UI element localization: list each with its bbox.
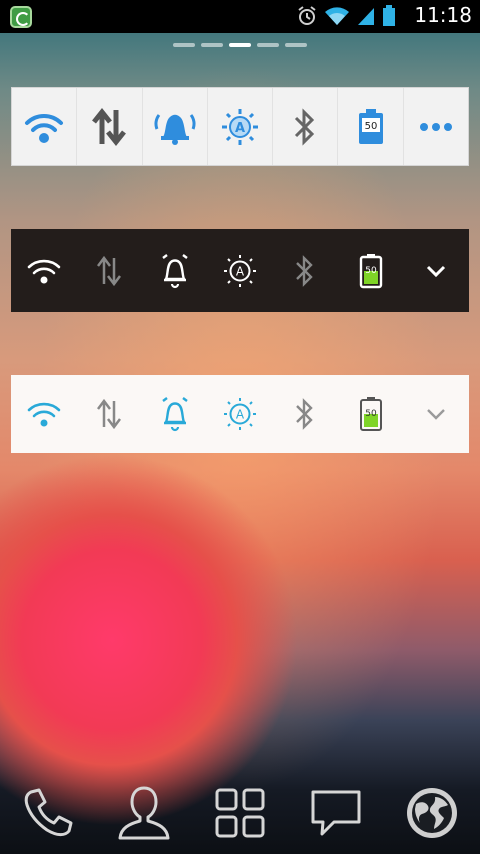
brightness-auto-icon: A bbox=[223, 398, 256, 430]
data-sync-icon bbox=[92, 107, 127, 146]
page-dot-1[interactable] bbox=[173, 43, 195, 47]
battery-toggle[interactable]: 50 bbox=[337, 88, 402, 165]
alarm-icon bbox=[161, 253, 188, 288]
alarm-toggle[interactable] bbox=[142, 229, 207, 312]
battery-toggle[interactable]: 50 bbox=[338, 375, 403, 453]
wifi-icon bbox=[25, 113, 64, 143]
alarm-icon bbox=[298, 6, 316, 25]
phone-button[interactable] bbox=[16, 781, 80, 845]
more-icon bbox=[419, 122, 452, 131]
expand-icon bbox=[427, 409, 446, 420]
status-bar: 11:18 bbox=[0, 0, 480, 33]
page-dot-5[interactable] bbox=[285, 43, 307, 47]
wifi-toggle[interactable] bbox=[11, 229, 76, 312]
alarm-toggle[interactable] bbox=[141, 88, 207, 165]
wifi-icon bbox=[27, 259, 61, 283]
toggle-widget-light-blue: A 50 bbox=[11, 87, 469, 166]
clock: 11:18 bbox=[414, 3, 472, 27]
data-sync-icon bbox=[97, 398, 122, 430]
bluetooth-icon bbox=[296, 398, 314, 430]
wifi-toggle[interactable] bbox=[11, 375, 76, 453]
data-sync-icon bbox=[97, 255, 122, 286]
battery-icon: 50 bbox=[359, 253, 383, 288]
home-page-indicator bbox=[0, 43, 480, 47]
expand-button[interactable] bbox=[404, 375, 469, 453]
browser-button[interactable] bbox=[400, 781, 464, 845]
data-sync-toggle[interactable] bbox=[76, 375, 141, 453]
dock bbox=[0, 772, 480, 854]
messaging-button[interactable] bbox=[304, 781, 368, 845]
battery-level-label: 50 bbox=[365, 409, 377, 419]
bluetooth-icon bbox=[295, 107, 315, 146]
browser-icon bbox=[407, 788, 457, 838]
messaging-icon bbox=[311, 790, 361, 836]
page-dot-3[interactable] bbox=[229, 43, 251, 47]
wifi-icon bbox=[27, 402, 61, 427]
status-icons bbox=[296, 4, 396, 28]
battery-icon: 50 bbox=[359, 397, 382, 431]
brightness-mode-label: A bbox=[235, 121, 245, 136]
more-button[interactable] bbox=[402, 88, 468, 165]
bluetooth-toggle[interactable] bbox=[273, 375, 338, 453]
brightness-toggle[interactable]: A bbox=[207, 375, 272, 453]
brightness-mode-label: A bbox=[236, 408, 245, 422]
data-sync-toggle[interactable] bbox=[76, 229, 141, 312]
app-drawer-icon bbox=[215, 788, 265, 838]
alarm-toggle[interactable] bbox=[142, 375, 207, 453]
signal-icon bbox=[358, 8, 374, 25]
page-dot-4[interactable] bbox=[257, 43, 279, 47]
brightness-toggle[interactable]: A bbox=[207, 229, 272, 312]
data-sync-toggle[interactable] bbox=[76, 88, 141, 165]
page-dot-2[interactable] bbox=[201, 43, 223, 47]
battery-level-label: 50 bbox=[364, 121, 377, 132]
phone-icon bbox=[24, 788, 73, 837]
wifi-icon bbox=[325, 7, 349, 25]
bluetooth-icon bbox=[296, 254, 314, 287]
brightness-auto-icon: A bbox=[223, 254, 256, 287]
bluetooth-toggle[interactable] bbox=[273, 229, 338, 312]
wifi-toggle[interactable] bbox=[12, 88, 76, 165]
expand-icon bbox=[427, 265, 446, 277]
alarm-icon bbox=[154, 113, 196, 145]
bluetooth-toggle[interactable] bbox=[272, 88, 337, 165]
contacts-icon bbox=[118, 786, 170, 840]
app-notification-icon[interactable] bbox=[10, 6, 32, 28]
battery-icon: 50 bbox=[358, 108, 383, 144]
toggle-widget-dark: A 50 bbox=[11, 229, 469, 312]
brightness-auto-icon: A bbox=[221, 108, 258, 145]
battery-level-label: 50 bbox=[365, 266, 377, 276]
brightness-toggle[interactable]: A bbox=[206, 88, 272, 165]
battery-toggle[interactable]: 50 bbox=[338, 229, 403, 312]
battery-icon bbox=[383, 5, 395, 26]
contacts-button[interactable] bbox=[112, 781, 176, 845]
app-drawer-button[interactable] bbox=[208, 781, 272, 845]
toggle-widget-light-cyan: A 50 bbox=[11, 375, 469, 453]
brightness-mode-label: A bbox=[236, 264, 245, 278]
alarm-icon bbox=[161, 397, 188, 432]
expand-button[interactable] bbox=[404, 229, 469, 312]
